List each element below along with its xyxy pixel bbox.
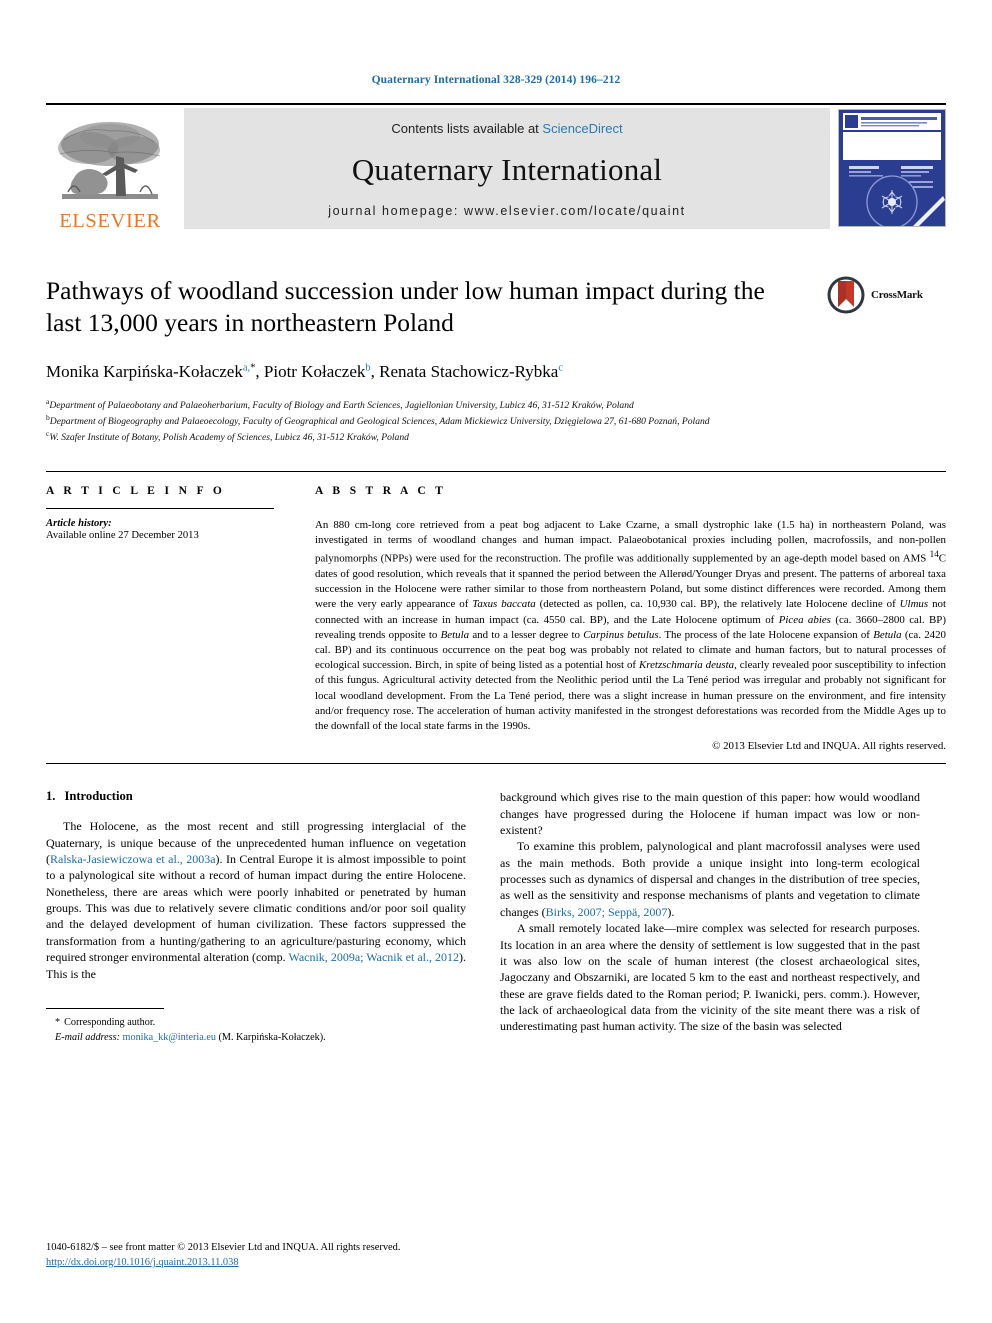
intro-paragraph-1: The Holocene, as the most recent and sti… xyxy=(46,818,466,982)
intro-paragraph-3: To examine this problem, palynological a… xyxy=(500,838,920,920)
article-info-divider xyxy=(46,507,274,509)
corresponding-author-note: * Corresponding author. xyxy=(46,1016,466,1031)
affiliation-list: aDepartment of Palaeobotany and Palaeohe… xyxy=(46,397,946,444)
citation-birks-seppa-2007[interactable]: Birks, 2007; Seppä, 2007 xyxy=(546,905,668,919)
journal-cover-thumbnail xyxy=(838,109,946,227)
crossmark-icon xyxy=(827,276,865,314)
body-column-left: 1. Introduction The Holocene, as the most… xyxy=(46,789,466,1045)
title-block: Pathways of woodland succession under lo… xyxy=(46,275,946,338)
crossmark-badge[interactable]: CrossMark xyxy=(826,271,946,319)
taxon-betula-2: Betula xyxy=(873,628,902,641)
abstract-bottom-rule xyxy=(46,763,946,765)
author-affil-mark-3: c xyxy=(558,362,564,374)
doi-link[interactable]: http://dx.doi.org/10.1016/j.quaint.2013.… xyxy=(46,1257,239,1268)
intro-paragraph-4: A small remotely located lake—mire compl… xyxy=(500,921,920,1034)
author-sep-1: , xyxy=(255,362,264,382)
citation-wacnik[interactable]: Wacnik, 2009a; Wacnik et al., 2012 xyxy=(288,950,459,964)
footnote-star: * xyxy=(55,1016,61,1028)
section-heading-introduction: 1. Introduction xyxy=(46,789,466,804)
taxon-picea-abies: Picea abies xyxy=(778,613,831,626)
journal-band: Contents lists available at ScienceDirec… xyxy=(184,108,830,229)
contents-prefix-text: Contents lists available at xyxy=(391,121,543,136)
author-sep-2: , xyxy=(370,362,380,382)
elsevier-tree-icon xyxy=(54,118,166,210)
email-owner: (M. Karpińska-Kołaczek). xyxy=(218,1031,326,1043)
info-abstract-section: A R T I C L E I N F O Article history: A… xyxy=(46,470,946,752)
section-title: Introduction xyxy=(64,789,133,804)
footnote-divider xyxy=(46,1007,164,1009)
abstract-divider xyxy=(315,508,946,509)
abstract-copyright: © 2013 Elsevier Ltd and INQUA. All right… xyxy=(712,740,946,753)
article-info-heading: A R T I C L E I N F O xyxy=(46,484,226,497)
running-head: Quaternary International 328-329 (2014) … xyxy=(371,74,621,86)
abstract-part-7: . The process of the late Holocene expan… xyxy=(658,628,874,641)
author-name-3: Renata Stachowicz-Rybka xyxy=(379,362,559,382)
citation-ralska-jasiewiczowa-2003a[interactable]: Ralska-Jasiewiczowa et al., 2003a xyxy=(50,852,216,866)
body-columns: 1. Introduction The Holocene, as the most… xyxy=(46,789,946,1045)
article-info-column: A R T I C L E I N F O Article history: A… xyxy=(46,485,291,752)
taxon-kretzschmaria-deusta: Kretzschmaria deusta xyxy=(638,659,735,672)
affiliation-c: cW. Szafer Institute of Botany, Polish A… xyxy=(46,429,946,445)
intro-p1-part-b: ). In Central Europe it is almost imposs… xyxy=(46,851,466,965)
journal-homepage-line[interactable]: journal homepage: www.elsevier.com/locat… xyxy=(328,204,686,218)
abstract-part-1: An 880 cm-long core retrieved from a pea… xyxy=(315,518,946,565)
journal-masthead: ELSEVIER Contents lists available at Sci… xyxy=(46,103,946,233)
contents-available-line: Contents lists available at ScienceDirec… xyxy=(391,121,622,136)
taxon-carpinus-betulus: Carpinus betulus xyxy=(583,628,659,641)
author-name-2: Piotr Kołaczek xyxy=(263,362,366,382)
elsevier-wordmark: ELSEVIER xyxy=(59,209,161,232)
page-title: Pathways of woodland succession under lo… xyxy=(46,276,765,337)
colophon: 1040-6182/$ – see front matter © 2013 El… xyxy=(46,1240,476,1270)
taxon-ulmus: Ulmus xyxy=(899,598,929,611)
email-note: E-mail address: monika_kk@interia.eu (M.… xyxy=(46,1031,466,1046)
affiliation-b: bDepartment of Biogeography and Palaeoec… xyxy=(46,413,946,429)
abstract-part-3: (detected as pollen, ca. 10,930 cal. BP)… xyxy=(535,598,900,611)
abstract-body: An 880 cm-long core retrieved from a pea… xyxy=(315,518,946,734)
section-number: 1. xyxy=(46,789,56,804)
abstract-column: A B S T R A C T An 880 cm-long core retr… xyxy=(315,485,946,752)
article-history-label: Article history: xyxy=(46,517,112,529)
sciencedirect-link[interactable]: ScienceDirect xyxy=(542,121,622,136)
abstract-heading: A B S T R A C T xyxy=(315,484,447,497)
journal-title: Quaternary International xyxy=(351,152,663,187)
intro-p3-part-b: ). xyxy=(667,904,675,919)
intro-paragraph-2: background which gives rise to the main … xyxy=(500,790,920,837)
affiliation-a: aDepartment of Palaeobotany and Palaeohe… xyxy=(46,397,946,413)
crossmark-label: CrossMark xyxy=(871,289,923,301)
abstract-part-6: and to a lesser degree to xyxy=(469,628,584,641)
affiliation-text-a: Department of Palaeobotany and Palaeoher… xyxy=(49,400,634,412)
issn-front-matter-line: 1040-6182/$ – see front matter © 2013 El… xyxy=(46,1241,401,1253)
taxon-betula-1: Betula xyxy=(440,628,470,641)
footnote-corresponding-text: Corresponding author. xyxy=(64,1016,156,1028)
email-label: E-mail address: xyxy=(55,1031,120,1043)
author-name-1: Monika Karpińska-Kołaczek xyxy=(46,362,243,382)
footnote-area: * Corresponding author. E-mail address: m… xyxy=(46,1007,466,1046)
body-column-right: background which gives rise to the main … xyxy=(500,789,920,1045)
elsevier-logo: ELSEVIER xyxy=(46,105,174,233)
article-page: Quaternary International 328-329 (2014) … xyxy=(0,0,992,1323)
email-link[interactable]: monika_kk@interia.eu xyxy=(123,1032,216,1043)
radiocarbon-superscript: 14 xyxy=(929,549,939,560)
affiliation-text-c: W. Szafer Institute of Botany, Polish Ac… xyxy=(49,432,409,444)
taxon-taxus-baccata: Taxus baccata xyxy=(472,598,536,611)
author-list: Monika Karpińska-Kołaczeka,*, Piotr Koła… xyxy=(46,361,946,383)
article-history-value: Available online 27 December 2013 xyxy=(46,529,199,541)
affiliation-text-b: Department of Biogeography and Palaeoeco… xyxy=(49,416,710,428)
